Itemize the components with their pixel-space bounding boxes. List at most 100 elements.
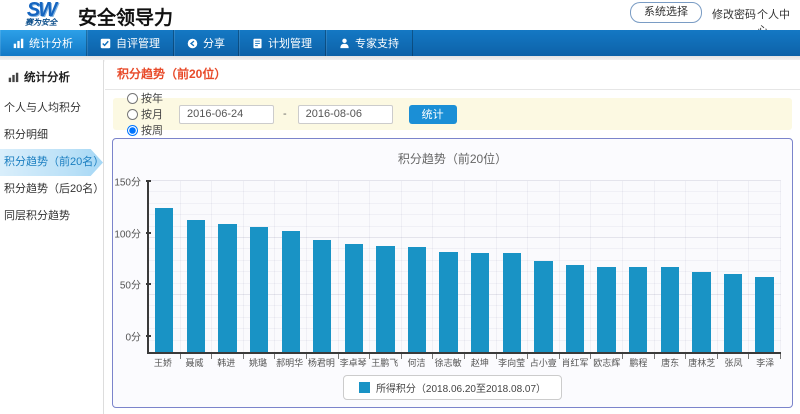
main-content: 积分趋势（前20位） 按年按月按周 - 统计 积分趋势（前20位） 0分50分1… xyxy=(105,60,800,414)
chart-plot: 0分50分100分150分 xyxy=(147,181,781,354)
x-label-18: 唐林芝 xyxy=(686,354,718,370)
x-label-10: 徐志敏 xyxy=(432,354,464,370)
date-to-input[interactable] xyxy=(298,105,393,124)
sidebar: 统计分析 个人与人均积分积分明细积分趋势（前20名）积分趋势（后20名）同层积分… xyxy=(0,60,104,414)
nav-tab-label: 自评管理 xyxy=(116,35,160,51)
x-label-9: 何洁 xyxy=(401,354,433,370)
bar-王鹏飞[interactable] xyxy=(376,246,394,352)
sidebar-header: 统计分析 xyxy=(0,60,103,95)
x-label-5: 郝明华 xyxy=(274,354,306,370)
company-logo[interactable]: SW 赛为安全 xyxy=(12,1,70,27)
bar-李卓琴[interactable] xyxy=(345,244,363,352)
sidebar-item-5[interactable]: 同层积分趋势 xyxy=(0,203,103,230)
bar-李向莹[interactable] xyxy=(503,253,521,352)
bar-唐林芝[interactable] xyxy=(692,272,710,352)
x-label-15: 欧志辉 xyxy=(591,354,623,370)
date-range-separator: - xyxy=(283,108,287,120)
nav-tab-4[interactable]: 计划管理 xyxy=(239,30,326,56)
bar-slot-18 xyxy=(686,181,718,352)
bar-郝明华[interactable] xyxy=(282,231,300,352)
system-select-button[interactable]: 系统选择 xyxy=(630,2,702,23)
bar-赵坤[interactable] xyxy=(471,253,489,352)
nav-tab-3[interactable]: 分享 xyxy=(174,30,239,56)
period-radio-input[interactable] xyxy=(127,109,138,120)
bar-鹏程[interactable] xyxy=(629,267,647,353)
x-label-3: 韩进 xyxy=(210,354,242,370)
sidebar-item-2[interactable]: 积分明细 xyxy=(0,122,103,149)
share-icon xyxy=(187,38,198,49)
filter-bar: 按年按月按周 - 统计 xyxy=(113,98,792,130)
sidebar-item-3[interactable]: 积分趋势（前20名） xyxy=(0,149,103,176)
bar-slot-15 xyxy=(591,181,623,352)
y-axis: 0分50分100分150分 xyxy=(113,181,145,336)
checklist-icon xyxy=(100,38,111,49)
bar-slot-20 xyxy=(749,181,781,352)
app-title: 安全领导力 xyxy=(78,3,173,30)
bar-slot-1 xyxy=(149,181,181,352)
chart-area: 0分50分100分150分 王娇聂威韩进姚璐郝明华杨君明李卓琴王鹏飞何洁徐志敏赵… xyxy=(147,181,781,370)
bar-聂威[interactable] xyxy=(187,220,205,352)
bar-slot-11 xyxy=(465,181,497,352)
period-radio-input[interactable] xyxy=(127,125,138,136)
bar-slot-8 xyxy=(370,181,402,352)
chart-panel: 积分趋势（前20位） 0分50分100分150分 王娇聂威韩进姚璐郝明华杨君明李… xyxy=(112,138,793,408)
legend-swatch-icon xyxy=(359,382,370,393)
bar-slot-13 xyxy=(528,181,560,352)
bar-slot-14 xyxy=(560,181,592,352)
bar-slot-6 xyxy=(307,181,339,352)
bar-张凤[interactable] xyxy=(724,274,742,352)
bar-slot-16 xyxy=(623,181,655,352)
sidebar-item-4[interactable]: 积分趋势（后20名） xyxy=(0,176,103,203)
period-radio-input[interactable] xyxy=(127,93,138,104)
legend-item[interactable]: 所得积分（2018.06.20至2018.08.07） xyxy=(343,375,562,400)
bar-王娇[interactable] xyxy=(155,208,173,352)
nav-tab-1[interactable]: 统计分析 xyxy=(0,30,87,56)
bar-韩进[interactable] xyxy=(218,224,236,352)
bar-徐志敏[interactable] xyxy=(439,252,457,352)
bar-slot-4 xyxy=(244,181,276,352)
nav-tab-label: 统计分析 xyxy=(29,35,73,51)
period-radio-label: 按年 xyxy=(141,90,163,106)
x-label-4: 姚璐 xyxy=(242,354,274,370)
bar-slot-3 xyxy=(212,181,244,352)
bar-肖红军[interactable] xyxy=(566,265,584,352)
bar-chart-icon xyxy=(8,72,19,83)
period-radio-1[interactable]: 按年 xyxy=(127,90,163,106)
legend-row: 所得积分（2018.06.20至2018.08.07） xyxy=(113,375,792,400)
statistics-submit-button[interactable]: 统计 xyxy=(409,105,457,124)
bar-姚璐[interactable] xyxy=(250,227,268,352)
bar-李泽[interactable] xyxy=(755,277,773,352)
period-radio-label: 按周 xyxy=(141,122,163,138)
date-from-input[interactable] xyxy=(179,105,274,124)
change-password-link[interactable]: 修改密码 xyxy=(712,6,756,22)
bar-slot-17 xyxy=(655,181,687,352)
bar-slot-9 xyxy=(402,181,434,352)
bar-杨君明[interactable] xyxy=(313,240,331,352)
bar-slot-10 xyxy=(433,181,465,352)
y-tick-label-50: 50分 xyxy=(120,277,141,292)
bar-占小壹[interactable] xyxy=(534,261,552,352)
x-label-14: 肖红军 xyxy=(559,354,591,370)
period-radio-3[interactable]: 按周 xyxy=(127,122,163,138)
logo-sw-icon: SW xyxy=(12,1,70,19)
chart-title: 积分趋势（前20位） xyxy=(113,139,792,167)
bar-chart-icon xyxy=(13,38,24,49)
nav-tab-label: 分享 xyxy=(203,35,225,51)
logo-subtext: 赛为安全 xyxy=(12,19,70,27)
bar-slot-2 xyxy=(181,181,213,352)
y-tick-label-100: 100分 xyxy=(114,225,141,240)
nav-tab-2[interactable]: 自评管理 xyxy=(87,30,174,56)
period-radio-2[interactable]: 按月 xyxy=(127,106,163,122)
y-tick-label-150: 150分 xyxy=(114,174,141,189)
bar-欧志辉[interactable] xyxy=(597,267,615,353)
sidebar-item-1[interactable]: 个人与人均积分 xyxy=(0,95,103,122)
bar-唐东[interactable] xyxy=(661,267,679,353)
nav-tab-label: 专家支持 xyxy=(355,35,399,51)
x-label-16: 鹏程 xyxy=(623,354,655,370)
period-radio-group: 按年按月按周 xyxy=(127,90,171,138)
plan-icon xyxy=(252,38,263,49)
x-label-20: 李泽 xyxy=(749,354,781,370)
bar-何洁[interactable] xyxy=(408,247,426,352)
x-label-13: 占小壹 xyxy=(527,354,559,370)
nav-tab-5[interactable]: 专家支持 xyxy=(326,30,413,56)
